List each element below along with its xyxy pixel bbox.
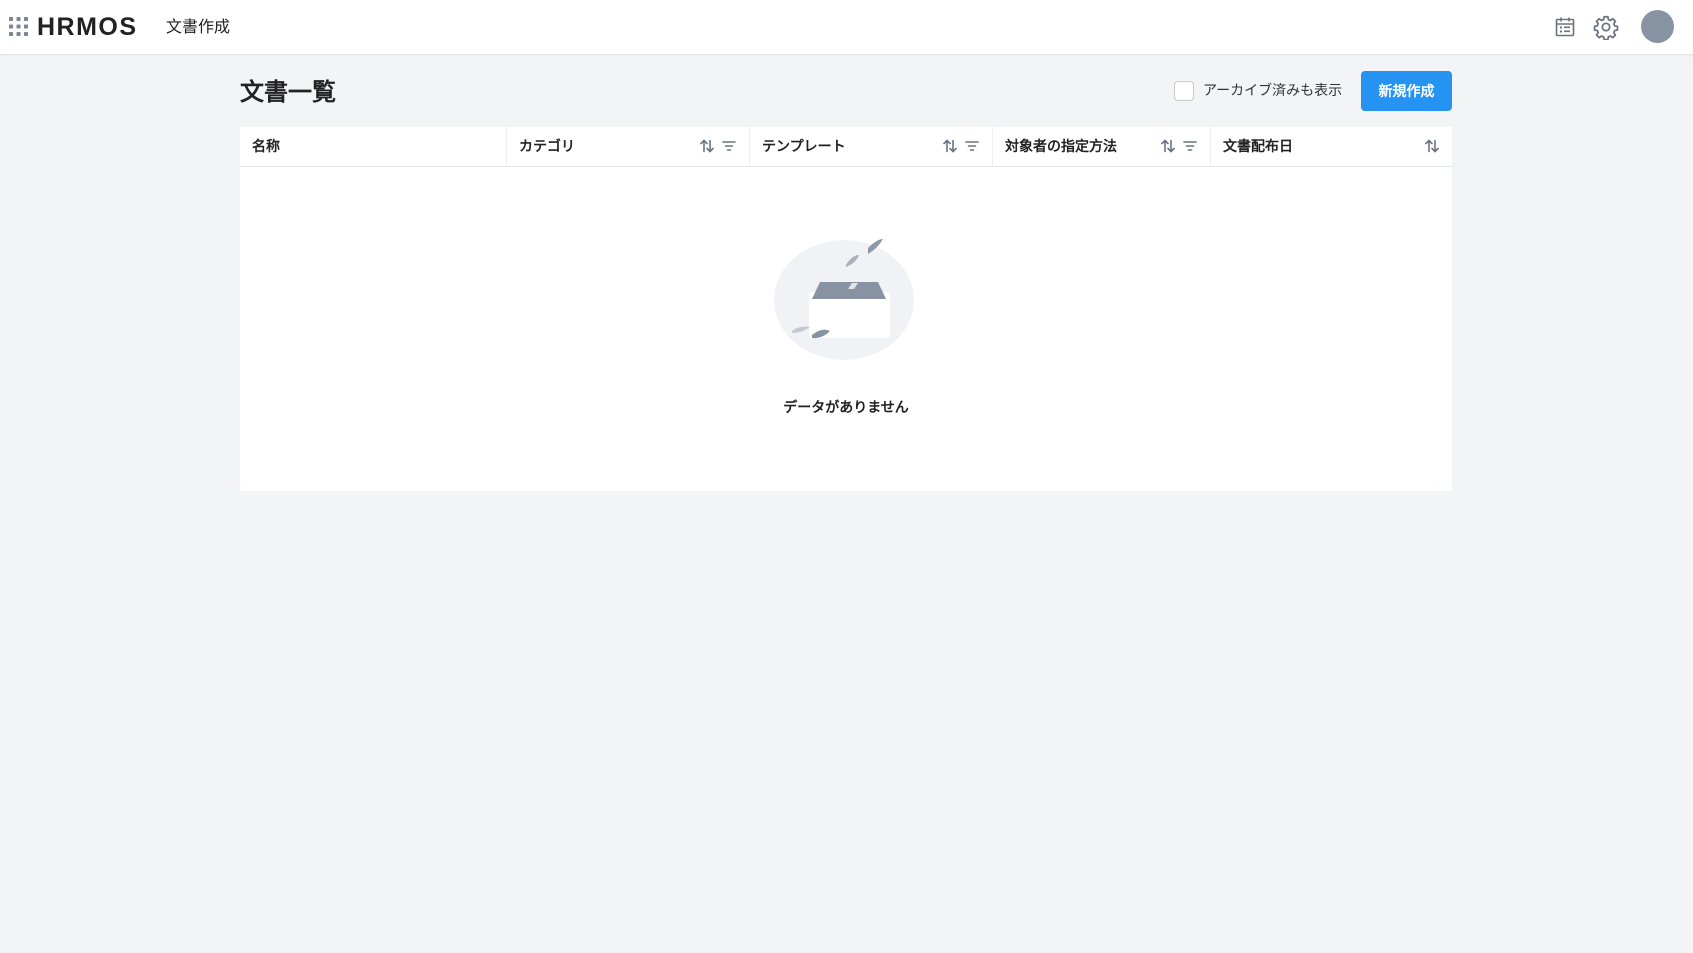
show-archived-checkbox[interactable]: [1174, 81, 1194, 101]
svg-text:HRMOS: HRMOS: [37, 13, 138, 39]
column-header-target-method: 対象者の指定方法: [993, 127, 1211, 167]
sort-icon[interactable]: [699, 138, 715, 154]
hrmos-logo[interactable]: HRMOS: [37, 13, 157, 39]
column-header-name: 名称: [240, 127, 507, 167]
filter-icon[interactable]: [721, 138, 737, 154]
new-document-button[interactable]: 新規作成: [1361, 71, 1452, 111]
apps-grid-icon[interactable]: [9, 17, 28, 36]
table-header: 名称 カテゴリ テンプレート 対象者の指定方法 文書配布日: [240, 127, 1452, 167]
gear-icon[interactable]: [1593, 14, 1619, 40]
column-header-template: テンプレート: [750, 127, 993, 167]
empty-state-message: データがありません: [783, 400, 909, 416]
user-avatar[interactable]: [1641, 10, 1674, 43]
column-label: 対象者の指定方法: [1005, 139, 1117, 155]
column-label: 名称: [252, 139, 280, 155]
column-label: カテゴリ: [519, 139, 575, 155]
filter-icon[interactable]: [1182, 138, 1198, 154]
column-label: 文書配布日: [1223, 139, 1293, 155]
sort-icon[interactable]: [942, 138, 958, 154]
column-header-category: カテゴリ: [507, 127, 750, 167]
column-label: テンプレート: [762, 139, 846, 155]
show-archived-label: アーカイブ済みも表示: [1203, 83, 1343, 99]
product-name: 文書作成: [166, 17, 231, 36]
show-archived-toggle[interactable]: アーカイブ済みも表示: [1174, 80, 1342, 102]
sort-icon[interactable]: [1424, 138, 1440, 154]
filter-icon[interactable]: [964, 138, 980, 154]
sort-icon[interactable]: [1160, 138, 1176, 154]
top-bar: HRMOS 文書作成: [0, 0, 1693, 55]
document-table: 名称 カテゴリ テンプレート 対象者の指定方法 文書配布日 データがありません: [240, 127, 1452, 491]
empty-box-illustration: [774, 239, 914, 360]
page-title: 文書一覧: [240, 78, 336, 106]
column-header-distribution-date: 文書配布日: [1211, 127, 1452, 167]
calendar-icon[interactable]: [1553, 15, 1577, 39]
